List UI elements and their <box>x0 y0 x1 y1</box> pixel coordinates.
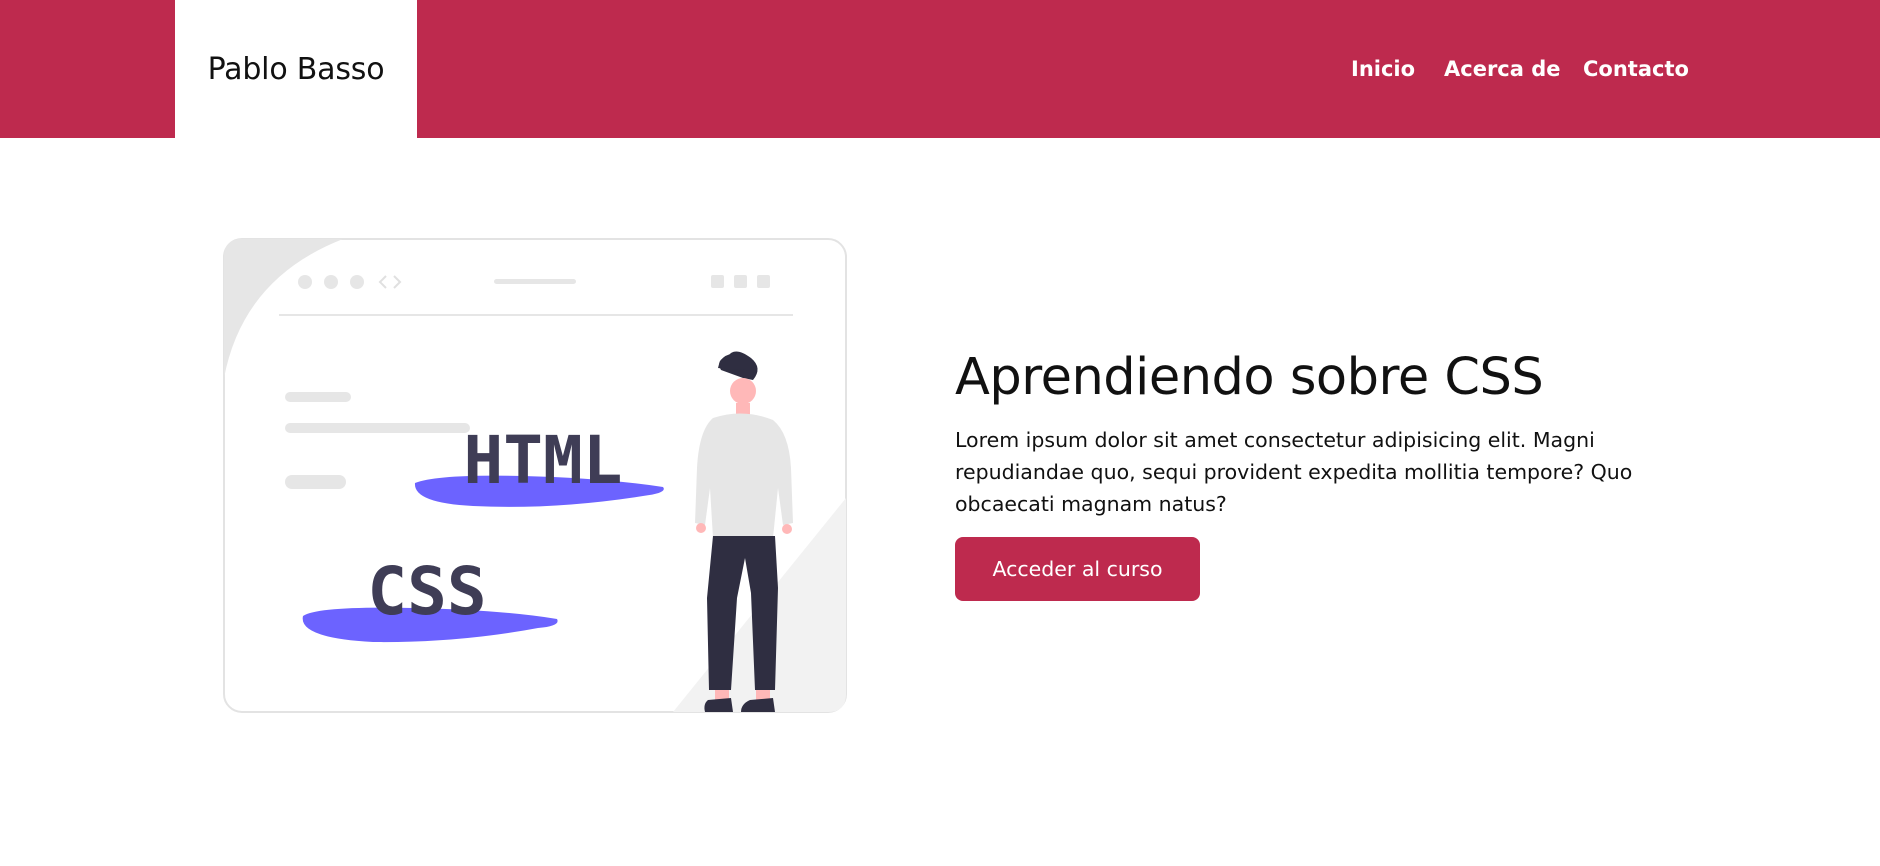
access-course-button[interactable]: Acceder al curso <box>955 537 1200 601</box>
hero-title: Aprendiendo sobre CSS <box>955 348 1544 407</box>
placeholder-line <box>285 423 470 433</box>
window-dot-icon <box>324 275 338 289</box>
web-development-illustration: HTML CSS <box>223 238 847 713</box>
window-square-icon <box>734 275 747 288</box>
hero-description: Lorem ipsum dolor sit amet consectetur a… <box>955 428 1633 516</box>
nav-link-inicio[interactable]: Inicio <box>1351 57 1415 81</box>
css-tag-text: CSS <box>367 553 486 630</box>
html-tag-text: HTML <box>464 422 623 499</box>
address-bar <box>494 279 576 284</box>
access-course-button-label: Acceder al curso <box>992 557 1163 581</box>
placeholder-line <box>285 475 346 489</box>
site-header: Pablo Basso Inicio Acerca de Contacto <box>0 0 1880 138</box>
nav-link-contacto[interactable]: Contacto <box>1583 57 1689 81</box>
placeholder-line <box>285 392 351 402</box>
main-nav: Inicio Acerca de Contacto <box>0 0 1880 138</box>
nav-link-acerca-de[interactable]: Acerca de <box>1444 57 1561 81</box>
window-dot-icon <box>298 275 312 289</box>
window-dot-icon <box>350 275 364 289</box>
window-square-icon <box>711 275 724 288</box>
window-square-icon <box>757 275 770 288</box>
